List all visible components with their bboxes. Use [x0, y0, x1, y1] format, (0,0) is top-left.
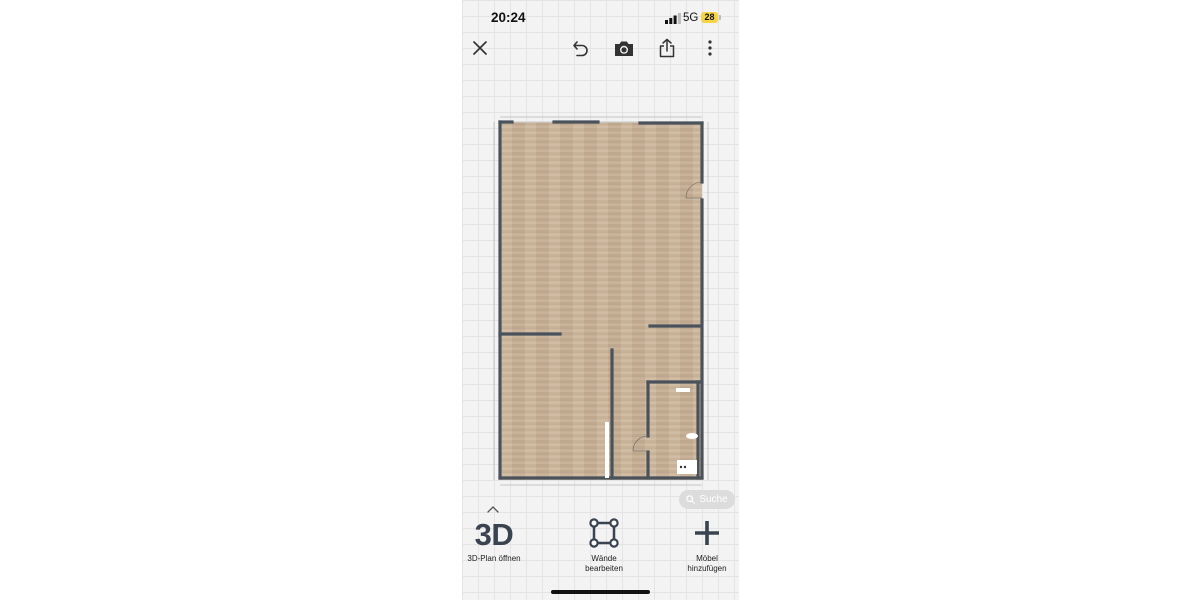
phone-screen: 20:24 5G 28 Suche 3D 3D-Plan öffnen Wänd… [462, 0, 739, 600]
camera-icon[interactable] [612, 36, 636, 60]
sink-icon [676, 388, 690, 392]
battery-icon: 28 [701, 12, 721, 23]
status-bar: 20:24 5G 28 [462, 0, 739, 36]
search-button[interactable]: Suche [679, 490, 735, 509]
chevron-up-icon[interactable] [486, 504, 500, 514]
undo-icon[interactable] [569, 36, 593, 60]
search-label: Suche [699, 494, 728, 505]
network-label: 5G [683, 12, 699, 24]
search-icon [686, 495, 696, 504]
close-icon[interactable] [468, 36, 492, 60]
plus-icon [695, 521, 719, 545]
edit-walls-icon [589, 518, 619, 548]
open-3d-plan-button[interactable]: 3D 3D-Plan öffnen [462, 518, 539, 564]
more-vertical-icon[interactable] [698, 36, 722, 60]
sliding-door [605, 422, 609, 478]
add-furniture-label-line1: Möbel [696, 554, 718, 563]
edit-walls-label-line1: Wände [591, 554, 617, 563]
share-icon[interactable] [655, 36, 679, 60]
status-time: 20:24 [491, 10, 526, 25]
edit-walls-button[interactable]: Wände bearbeiten [559, 518, 649, 574]
floor-area [500, 122, 702, 480]
signal-icon [665, 13, 681, 24]
open-3d-plan-label: 3D-Plan öffnen [467, 554, 521, 563]
3d-text-icon: 3D [474, 517, 514, 552]
floor-plan[interactable] [488, 110, 712, 490]
edit-walls-label-line2: bearbeiten [585, 564, 623, 573]
toilet-icon [686, 433, 698, 439]
add-furniture-button[interactable]: Möbel hinzufügen [662, 518, 739, 574]
add-furniture-label-line2: hinzufügen [687, 564, 727, 573]
home-indicator[interactable] [551, 590, 650, 594]
